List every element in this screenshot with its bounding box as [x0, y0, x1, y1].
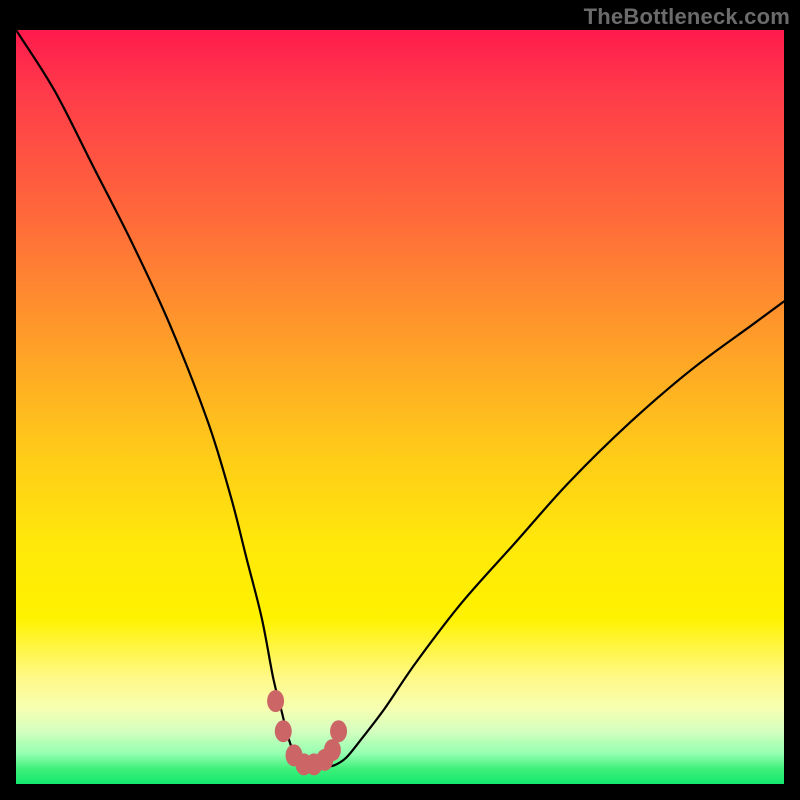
bottleneck-curve	[16, 30, 784, 767]
chart-svg	[16, 30, 784, 784]
marker-point	[267, 690, 284, 712]
optimal-range-markers	[267, 690, 347, 775]
watermark-text: TheBottleneck.com	[584, 4, 790, 30]
marker-point	[330, 720, 347, 742]
plot-area	[16, 30, 784, 784]
marker-point	[324, 739, 341, 761]
chart-frame: TheBottleneck.com	[0, 0, 800, 800]
marker-point	[275, 720, 292, 742]
